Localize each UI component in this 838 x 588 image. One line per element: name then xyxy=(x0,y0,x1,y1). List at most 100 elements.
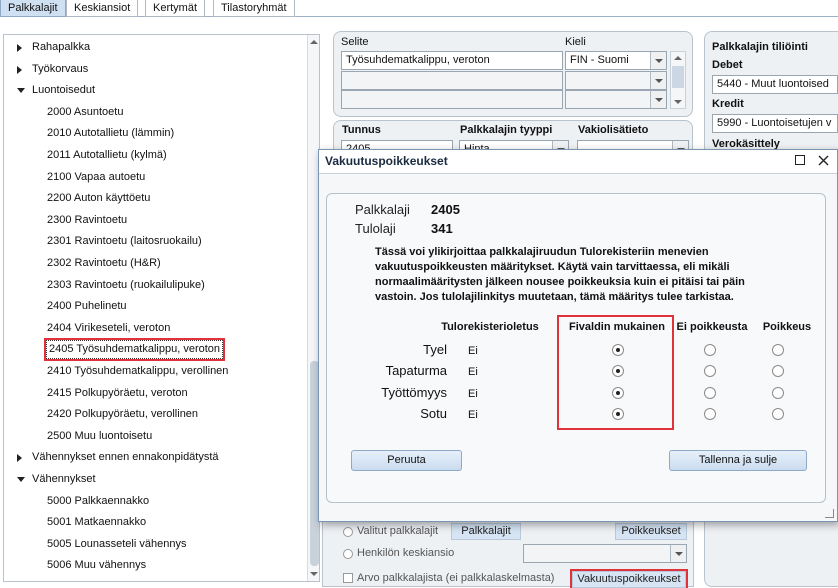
tree-item[interactable]: 5005 Lounasseteli vähennys xyxy=(4,534,304,554)
selite-field-2[interactable] xyxy=(341,71,563,90)
poikkeukset-button[interactable]: Poikkeukset xyxy=(615,523,687,540)
dialog-titlebar[interactable]: Vakuutuspoikkeukset xyxy=(319,150,837,174)
tree-group[interactable]: Vähennykset ennen ennakonpidätystä xyxy=(4,447,304,467)
tulolaji-label: Tulolaji xyxy=(355,221,396,236)
tree-item[interactable]: 2404 Virikeseteli, veroton xyxy=(4,318,304,338)
henkilon-radio[interactable] xyxy=(343,549,353,559)
tree-item[interactable]: 2405 Työsuhdematkalippu, veroton xyxy=(4,338,304,362)
radio-tapaturma-ei-poikkeusta[interactable] xyxy=(704,365,716,377)
expand-down-icon[interactable] xyxy=(17,88,25,94)
column-tulorekisterioletus: Tulorekisterioletus xyxy=(441,321,539,333)
row-default-tapaturma: Ei xyxy=(468,366,478,378)
tab-kertymat[interactable]: Kertymät xyxy=(145,0,206,17)
kieli-value: FIN - Suomi xyxy=(570,54,629,66)
arvo-checkbox[interactable] xyxy=(343,573,353,583)
radio-sotu-poikkeus[interactable] xyxy=(772,408,784,420)
palkkalajit-button[interactable]: Palkkalajit xyxy=(451,523,521,540)
tree-item[interactable]: 2200 Auton käyttöetu xyxy=(4,188,304,208)
tree-item[interactable]: 2011 Autotallietu (kylmä) xyxy=(4,145,304,165)
tree-item[interactable]: 5001 Matkaennakko xyxy=(4,512,304,532)
radio-tapaturma-poikkeus[interactable] xyxy=(772,365,784,377)
chevron-down-icon[interactable] xyxy=(650,91,666,108)
chevron-down-icon[interactable] xyxy=(650,72,666,89)
resize-grip-icon[interactable] xyxy=(825,509,834,518)
expand-down-icon[interactable] xyxy=(17,477,25,482)
scroll-thumb[interactable] xyxy=(672,66,684,88)
kredit-field[interactable]: 5990 - Luontoisetujen v xyxy=(712,114,838,133)
tree-item[interactable]: 2303 Ravintoetu (ruokailulipuke) xyxy=(4,275,304,295)
valitut-label: Valitut palkkalajit xyxy=(357,525,439,537)
tree-item[interactable]: 2000 Asuntoetu xyxy=(4,102,304,122)
debet-field[interactable]: 5440 - Muut luontoised xyxy=(712,75,838,94)
radio-sotu-ei-poikkeusta[interactable] xyxy=(704,408,716,420)
debet-label: Debet xyxy=(712,59,743,71)
save-and-close-button[interactable]: Tallenna ja sulje xyxy=(669,450,807,471)
tree-item[interactable]: 2400 Puhelinetu xyxy=(4,296,304,316)
selite-field-3[interactable] xyxy=(341,90,563,109)
column-ei-poikkeusta: Ei poikkeusta xyxy=(676,321,748,333)
cancel-button[interactable]: Peruuta xyxy=(351,450,462,471)
chevron-down-icon[interactable] xyxy=(670,545,686,562)
scroll-down-icon[interactable] xyxy=(310,572,318,576)
maximize-icon[interactable] xyxy=(794,155,806,167)
radio-tyottomyys-ei-poikkeusta[interactable] xyxy=(704,387,716,399)
tree-item[interactable]: 2410 Työsuhdematkalippu, verollinen xyxy=(4,361,304,381)
radio-tyel-poikkeus[interactable] xyxy=(772,344,784,356)
selite-header: Selite xyxy=(341,36,369,48)
selite-scrollbar[interactable] xyxy=(670,51,686,109)
tree-item-label: 2301 Ravintoetu (laitosruokailu) xyxy=(47,235,202,248)
scroll-down-icon[interactable] xyxy=(674,100,682,104)
tyyppi-label: Palkkalajin tyyppi xyxy=(460,124,553,136)
tree-item-label: 2415 Polkupyöräetu, veroton xyxy=(47,386,188,399)
tree-item-label: Rahapalkka xyxy=(32,41,91,53)
tree-group[interactable]: Luontoisedut xyxy=(4,80,304,100)
radio-tyottomyys-poikkeus[interactable] xyxy=(772,387,784,399)
expand-right-icon[interactable] xyxy=(17,454,22,463)
kieli-select-2[interactable] xyxy=(565,71,667,90)
tab-keskiansiot[interactable]: Keskiansiot xyxy=(66,0,139,17)
scroll-up-icon[interactable] xyxy=(674,56,682,60)
tree-group[interactable]: Rahapalkka xyxy=(4,37,304,57)
tab-tilastoryhmat[interactable]: Tilastoryhmät xyxy=(213,0,295,17)
tree-item[interactable]: 2300 Ravintoetu xyxy=(4,210,304,230)
row-default-tyottomyys: Ei xyxy=(468,388,478,400)
tree-item[interactable]: 2301 Ravintoetu (laitosruokailu) xyxy=(4,231,304,251)
tree-item[interactable]: 5006 Muu vähennys xyxy=(4,555,304,575)
tree-group[interactable]: Työkorvaus xyxy=(4,59,304,79)
tree-item[interactable]: 5010 Ay-jäsenmaksu xyxy=(4,577,304,581)
henkilon-select[interactable] xyxy=(523,544,687,563)
tree-item-label: 2010 Autotallietu (lämmin) xyxy=(47,127,175,140)
tree-item[interactable]: 2415 Polkupyöräetu, veroton xyxy=(4,383,304,403)
expand-right-icon[interactable] xyxy=(17,44,22,52)
tree-item[interactable]: 2420 Polkupyöräetu, verollinen xyxy=(4,404,304,424)
row-label-tyel: Tyel xyxy=(423,342,447,357)
chevron-down-icon[interactable] xyxy=(650,52,666,69)
tree-item-label: 2405 Työsuhdematkalippu, veroton xyxy=(43,338,226,362)
kieli-select[interactable]: FIN - Suomi xyxy=(565,51,667,70)
palkkalaji-value: 2405 xyxy=(431,202,460,217)
tree-item[interactable]: 2302 Ravintoetu (H&R) xyxy=(4,253,304,273)
radio-tyel-ei-poikkeusta[interactable] xyxy=(704,344,716,356)
vakuutuspoikkeukset-button[interactable]: Vakuutuspoikkeukset xyxy=(570,569,688,588)
tree-item-label: 5001 Matkaennakko xyxy=(47,516,147,529)
tree-item[interactable]: 5000 Palkkaennakko xyxy=(4,491,304,511)
selite-field[interactable]: Työsuhdematkalippu, veroton xyxy=(341,51,563,70)
tree-item-label: 2400 Puhelinetu xyxy=(47,300,127,313)
tree-item[interactable]: 2100 Vapaa autoetu xyxy=(4,167,304,187)
kieli-header: Kieli xyxy=(565,36,586,48)
tree-item[interactable]: 2500 Muu luontoisetu xyxy=(4,426,304,446)
palkkalaji-tree[interactable]: Rahapalkka Työkorvaus Luontoisedut 2000 Asu… xyxy=(3,34,320,582)
close-icon[interactable] xyxy=(817,155,829,167)
dialog-title: Vakuutuspoikkeukset xyxy=(325,154,448,168)
expand-right-icon[interactable] xyxy=(17,65,22,74)
tree-group[interactable]: Vähennykset xyxy=(4,469,304,489)
scroll-up-icon[interactable] xyxy=(310,40,318,44)
tree-item-label: 2300 Ravintoetu xyxy=(47,213,128,226)
tree-item-label: 2404 Virikeseteli, veroton xyxy=(47,321,171,334)
accounts-title: Palkkalajin tiliöinti xyxy=(712,41,808,53)
tab-palkkalajit[interactable]: Palkkalajit xyxy=(0,0,66,17)
valitut-radio[interactable] xyxy=(343,527,353,537)
arvo-label: Arvo palkkalajista (ei palkkalaskelmasta… xyxy=(357,572,555,584)
tree-item[interactable]: 2010 Autotallietu (lämmin) xyxy=(4,123,304,143)
kieli-select-3[interactable] xyxy=(565,90,667,109)
